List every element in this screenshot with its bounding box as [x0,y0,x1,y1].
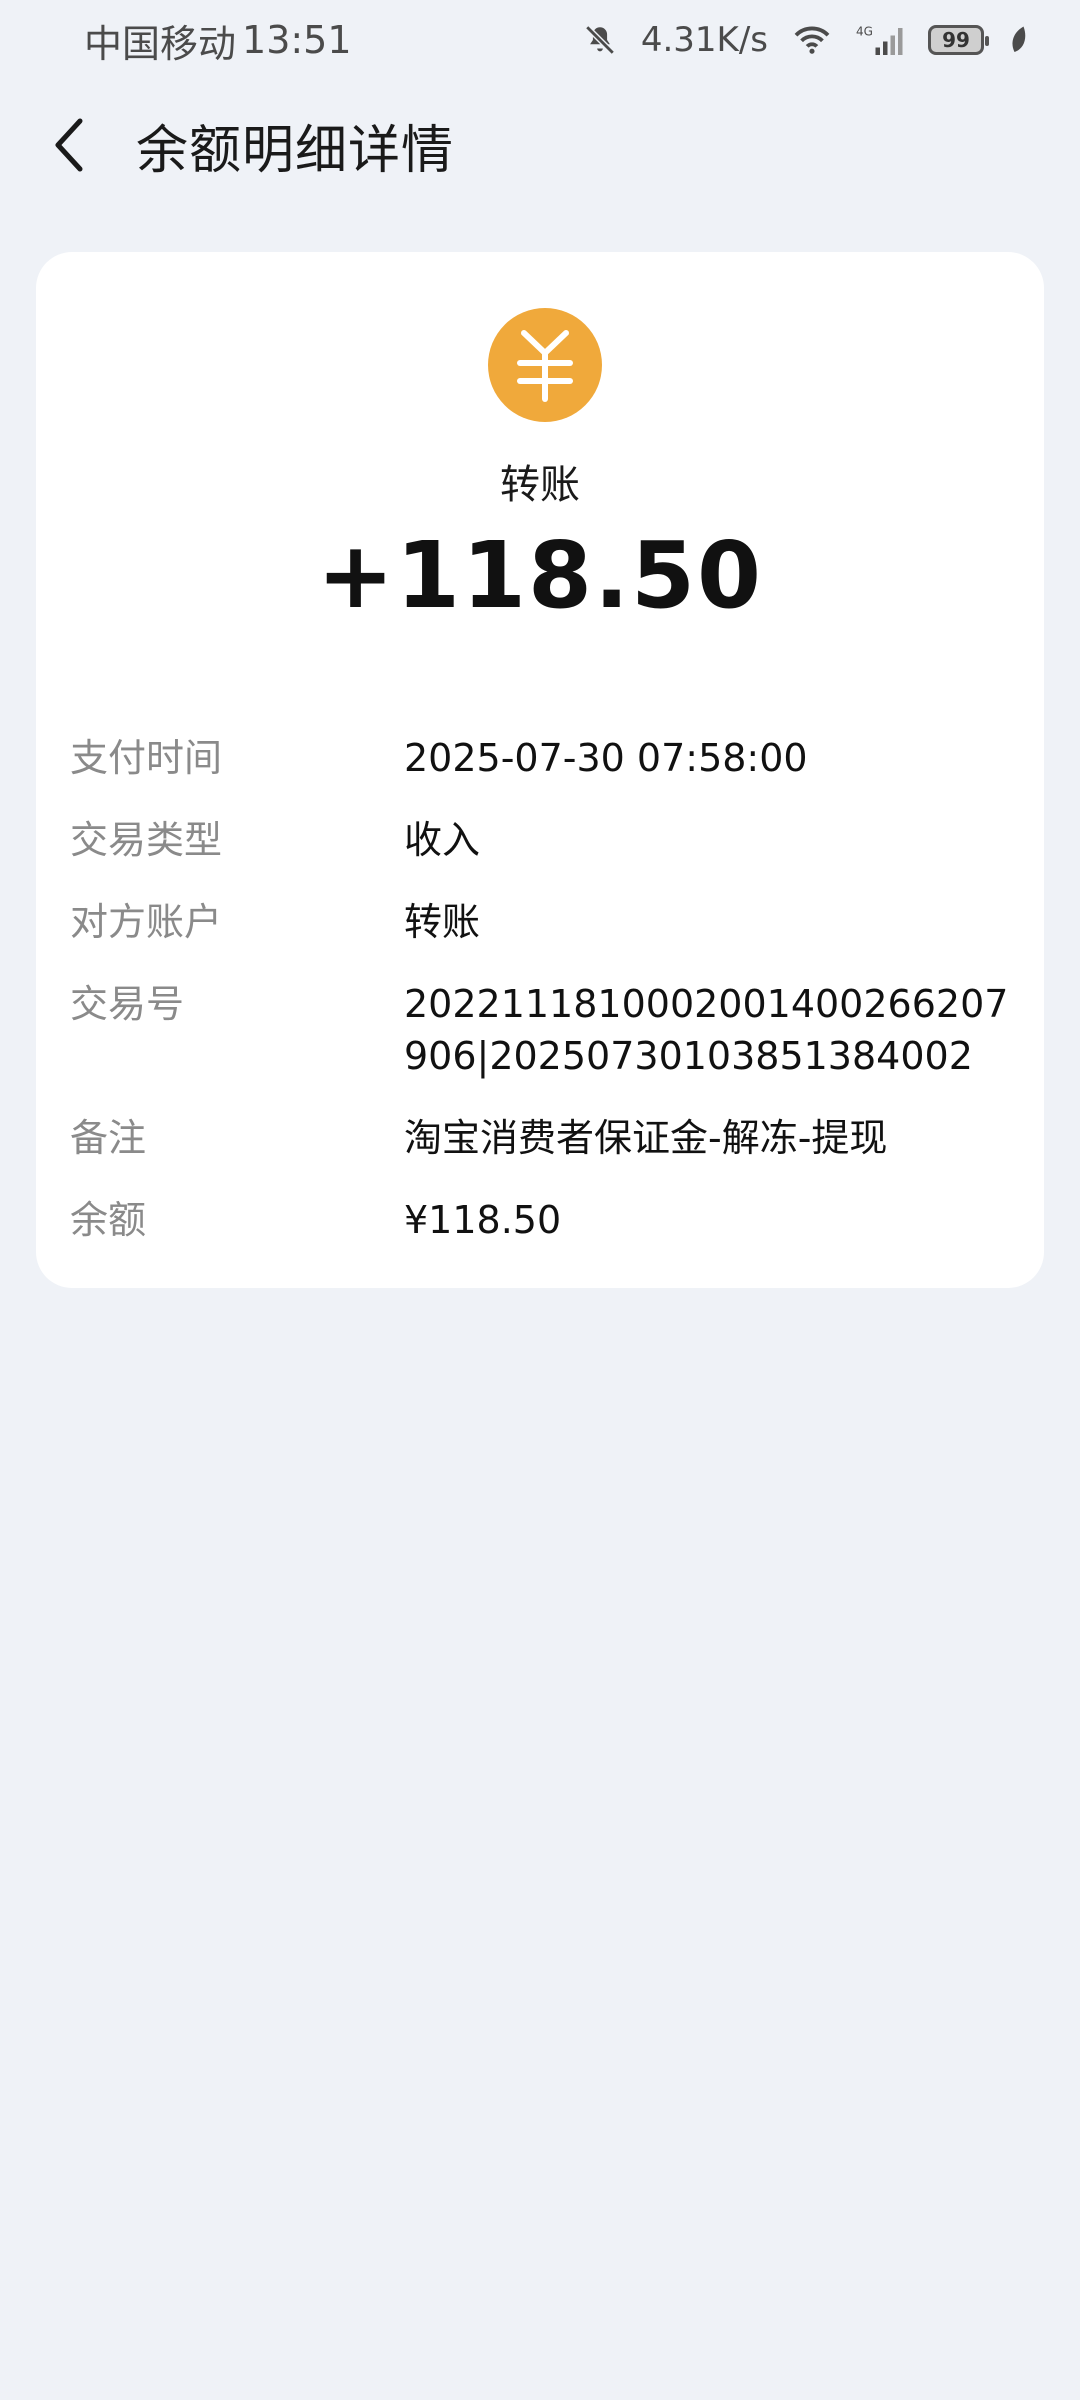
leaf-icon [1008,25,1030,55]
detail-label: 余额 [70,1198,147,1242]
carrier-name: 中国移动 [84,21,237,66]
status-bar: 中国移动 13:51 4.31K/s 4G 99 [0,0,1080,80]
detail-value: 转账 [404,900,481,944]
back-button[interactable] [30,105,110,185]
detail-label: 交易类型 [70,818,223,862]
detail-row-tx-number: 交易号 2022111810002001400266207906|2025073… [70,978,1030,1082]
detail-value: ¥118.50 [404,1198,562,1242]
battery-level: 99 [942,28,970,52]
detail-row-remark: 备注 淘宝消费者保证金-解冻-提现 [70,1112,1030,1164]
detail-list: 支付时间 2025-07-30 07:58:00 交易类型 收入 对方账户 转账… [70,732,1030,1276]
detail-row-balance: 余额 ¥118.50 [70,1194,1030,1246]
detail-value: 淘宝消费者保证金-解冻-提现 [404,1116,888,1160]
transaction-type-title: 转账 [500,462,580,508]
detail-value: 2025-07-30 07:58:00 [404,736,808,780]
detail-label: 交易号 [70,982,185,1026]
status-left: 中国移动 13:51 [84,13,352,68]
detail-value: 收入 [404,818,481,862]
chevron-left-icon [55,118,83,172]
detail-label: 支付时间 [70,736,223,780]
detail-label: 备注 [70,1116,147,1160]
svg-text:4G: 4G [856,25,873,39]
mute-bell-icon [583,23,617,57]
network-speed: 4.31K/s [640,20,768,60]
top-app-bar: 余额明细详情 [0,90,1080,200]
detail-row-tx-type: 交易类型 收入 [70,814,1030,866]
status-right: 4.31K/s 4G 99 [583,20,1030,60]
detail-row-counterparty: 对方账户 转账 [70,896,1030,948]
status-time: 13:51 [242,18,352,62]
battery-icon: 99 [928,25,989,55]
yuan-coin-icon [488,308,602,422]
wifi-icon [792,24,832,56]
detail-row-pay-time: 支付时间 2025-07-30 07:58:00 [70,732,1030,784]
detail-label: 对方账户 [70,900,223,944]
page-title: 余额明细详情 [136,120,455,181]
detail-value[interactable]: 2022111810002001400266207906|20250730103… [404,978,1010,1082]
signal-4g-icon: 4G [856,23,904,57]
transaction-detail-card: 转账 +118.50 支付时间 2025-07-30 07:58:00 交易类型… [36,252,1044,1288]
transaction-amount: +118.50 [316,522,764,629]
